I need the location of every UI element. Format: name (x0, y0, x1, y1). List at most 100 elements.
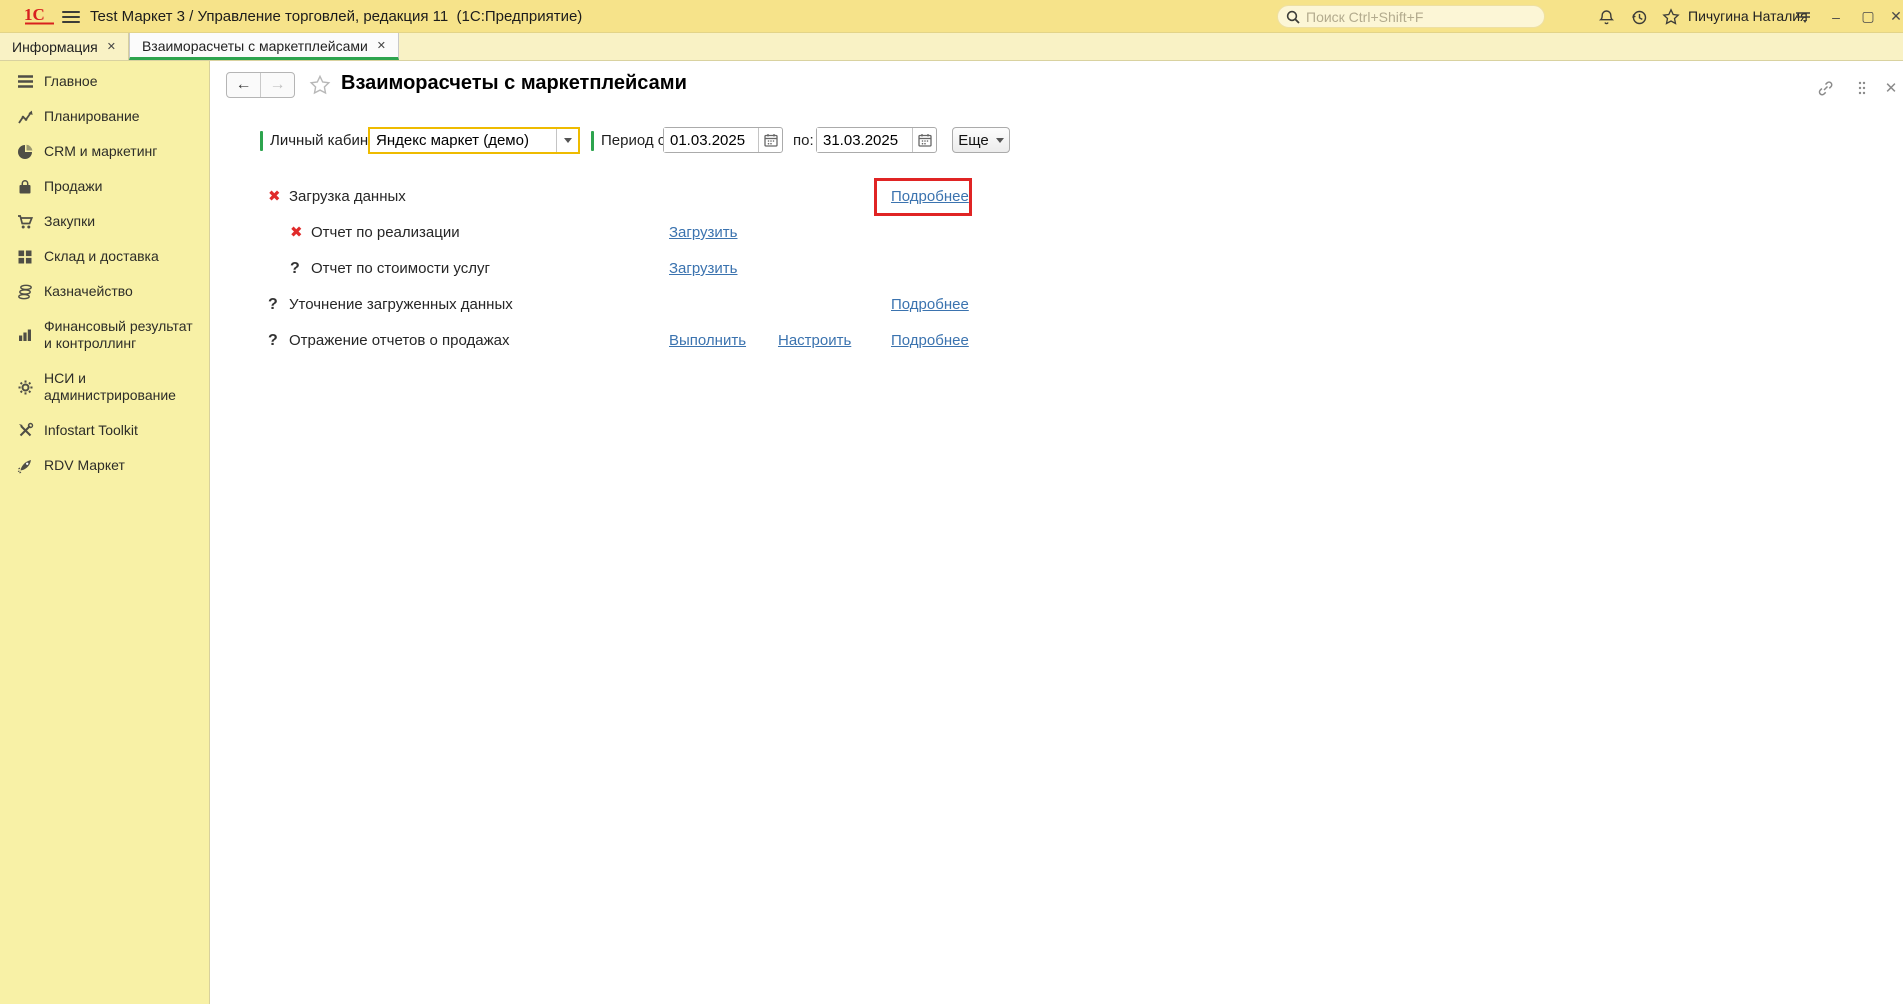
sidebar: Главное Планирование CRM и маркетинг Продаж… (0, 61, 210, 1004)
sidebar-item-label: Казначейство (44, 283, 133, 300)
question-icon: ? (268, 327, 278, 354)
task-label: Отражение отчетов о продажах (289, 327, 509, 354)
period-to-label: по: (793, 127, 814, 154)
task-label: Уточнение загруженных данных (289, 291, 513, 318)
task-label: Отчет по стоимости услуг (311, 255, 490, 282)
sidebar-item-main[interactable]: Главное (0, 64, 209, 99)
close-form-icon[interactable]: ✕ (1880, 77, 1902, 99)
more-button[interactable]: Еще (952, 127, 1010, 153)
details-link[interactable]: Подробнее (891, 183, 969, 210)
main-menu-icon[interactable] (62, 8, 80, 24)
sidebar-item-label: Планирование (44, 108, 140, 125)
tab-marketplace-settlements[interactable]: Взаиморасчеты с маркетплейсами ✕ (129, 33, 399, 60)
period-from-input[interactable] (664, 128, 758, 152)
task-row: ?Уточнение загруженных данныхПодробнее (210, 291, 1903, 318)
sidebar-item-label: Склад и доставка (44, 248, 159, 265)
chevron-down-icon[interactable] (556, 129, 578, 152)
task-row: ? Отчет по стоимости услуг Загрузить (210, 255, 1903, 282)
search-icon (1286, 10, 1300, 24)
calendar-icon[interactable] (758, 128, 782, 152)
cabinet-select[interactable] (368, 127, 580, 154)
cabinet-input[interactable] (370, 129, 556, 152)
planning-icon (16, 108, 34, 126)
warehouse-delivery-icon (16, 248, 34, 266)
question-icon: ? (290, 255, 300, 282)
favorites-star-icon[interactable] (1660, 6, 1682, 28)
calendar-icon[interactable] (912, 128, 936, 152)
group-separator (260, 131, 263, 151)
load-link[interactable]: Загрузить (669, 219, 738, 246)
current-user[interactable]: Пичугина Наталия (1688, 0, 1808, 33)
copy-link-icon[interactable] (1814, 77, 1836, 99)
sidebar-item-label: Закупки (44, 213, 95, 230)
load-link[interactable]: Загрузить (669, 255, 738, 282)
tab-label: Информация (12, 39, 98, 55)
more-actions-icon[interactable] (1851, 77, 1873, 99)
period-to-input[interactable] (817, 128, 912, 152)
rdv-market-icon (16, 457, 34, 475)
sidebar-item-nsi-admin[interactable]: НСИ и администрирование (0, 361, 209, 413)
window-titlebar: 1С Test Маркет 3 / Управление торговлей,… (0, 0, 1903, 33)
sales-icon (16, 178, 34, 196)
maximize-button[interactable]: ▢ (1856, 0, 1880, 33)
user-menu-icon[interactable] (1792, 6, 1814, 28)
global-search[interactable] (1277, 5, 1545, 28)
tab-label: Взаиморасчеты с маркетплейсами (142, 38, 368, 54)
period-to-field[interactable] (816, 127, 937, 153)
notifications-bell-icon[interactable] (1595, 6, 1617, 28)
sidebar-item-infostart-toolkit[interactable]: Infostart Toolkit (0, 413, 209, 448)
sidebar-item-sales[interactable]: Продажи (0, 169, 209, 204)
tab-information[interactable]: Информация ✕ (0, 33, 129, 60)
purchases-icon (16, 213, 34, 231)
details-link[interactable]: Подробнее (891, 327, 969, 354)
forward-button[interactable]: → (261, 73, 294, 97)
group-separator (591, 131, 594, 151)
history-icon[interactable] (1628, 6, 1650, 28)
sidebar-item-label: CRM и маркетинг (44, 143, 157, 160)
1c-logo[interactable]: 1С (24, 5, 58, 27)
task-row: ✖Отчет по реализацииЗагрузить (210, 219, 1903, 246)
window-title: Test Маркет 3 / Управление торговлей, ре… (90, 0, 582, 33)
period-from-field[interactable] (663, 127, 783, 153)
sidebar-item-label: Продажи (44, 178, 102, 195)
treasury-icon (16, 283, 34, 301)
sidebar-item-label: Infostart Toolkit (44, 422, 138, 439)
task-row: ✖ Загрузка данных Подробнее (210, 183, 1903, 210)
sidebar-item-planning[interactable]: Планирование (0, 99, 209, 134)
task-row: ? Отражение отчетов о продажах Выполнить На… (210, 327, 1903, 354)
tab-close-icon[interactable]: ✕ (107, 40, 116, 53)
sidebar-item-warehouse-delivery[interactable]: Склад и доставка (0, 239, 209, 274)
finance-result-icon (16, 326, 34, 344)
sidebar-item-label: Финансовый результат и контроллинг (44, 318, 204, 352)
sidebar-item-label: Главное (44, 73, 98, 90)
sidebar-item-rdv-market[interactable]: RDV Маркет (0, 448, 209, 483)
crm-marketing-icon (16, 143, 34, 161)
add-to-favorites-star-icon[interactable] (309, 74, 331, 101)
run-link[interactable]: Выполнить (669, 327, 746, 354)
sidebar-item-finance-result[interactable]: Финансовый результат и контроллинг (0, 309, 209, 361)
more-button-label: Еще (958, 132, 989, 149)
page-title: Взаиморасчеты с маркетплейсами (341, 72, 687, 95)
error-icon: ✖ (268, 183, 281, 210)
sidebar-item-treasury[interactable]: Казначейство (0, 274, 209, 309)
tab-close-icon[interactable]: ✕ (377, 39, 386, 52)
back-button[interactable]: ← (227, 73, 261, 97)
main-content: ← → Взаиморасчеты с маркетплейсами ✕ Лич… (210, 61, 1903, 1004)
task-label: Загрузка данных (289, 183, 406, 210)
chevron-down-icon (996, 138, 1004, 143)
sidebar-item-purchases[interactable]: Закупки (0, 204, 209, 239)
error-icon: ✖ (290, 219, 303, 246)
close-window-button[interactable]: ✕ (1884, 0, 1903, 33)
infostart-toolkit-icon (16, 422, 34, 440)
application-window: 1С Test Маркет 3 / Управление торговлей,… (0, 0, 1903, 1004)
main-icon (16, 73, 34, 91)
minimize-button[interactable]: – (1824, 0, 1848, 33)
period-from-label: Период с: (601, 127, 669, 154)
search-input[interactable] (1306, 9, 1536, 25)
details-link[interactable]: Подробнее (891, 291, 969, 318)
tab-bar: Информация ✕ Взаиморасчеты с маркетплейс… (0, 33, 1903, 61)
navigation-buttons: ← → (226, 72, 295, 98)
nsi-admin-icon (16, 378, 34, 396)
configure-link[interactable]: Настроить (778, 327, 851, 354)
sidebar-item-crm-marketing[interactable]: CRM и маркетинг (0, 134, 209, 169)
